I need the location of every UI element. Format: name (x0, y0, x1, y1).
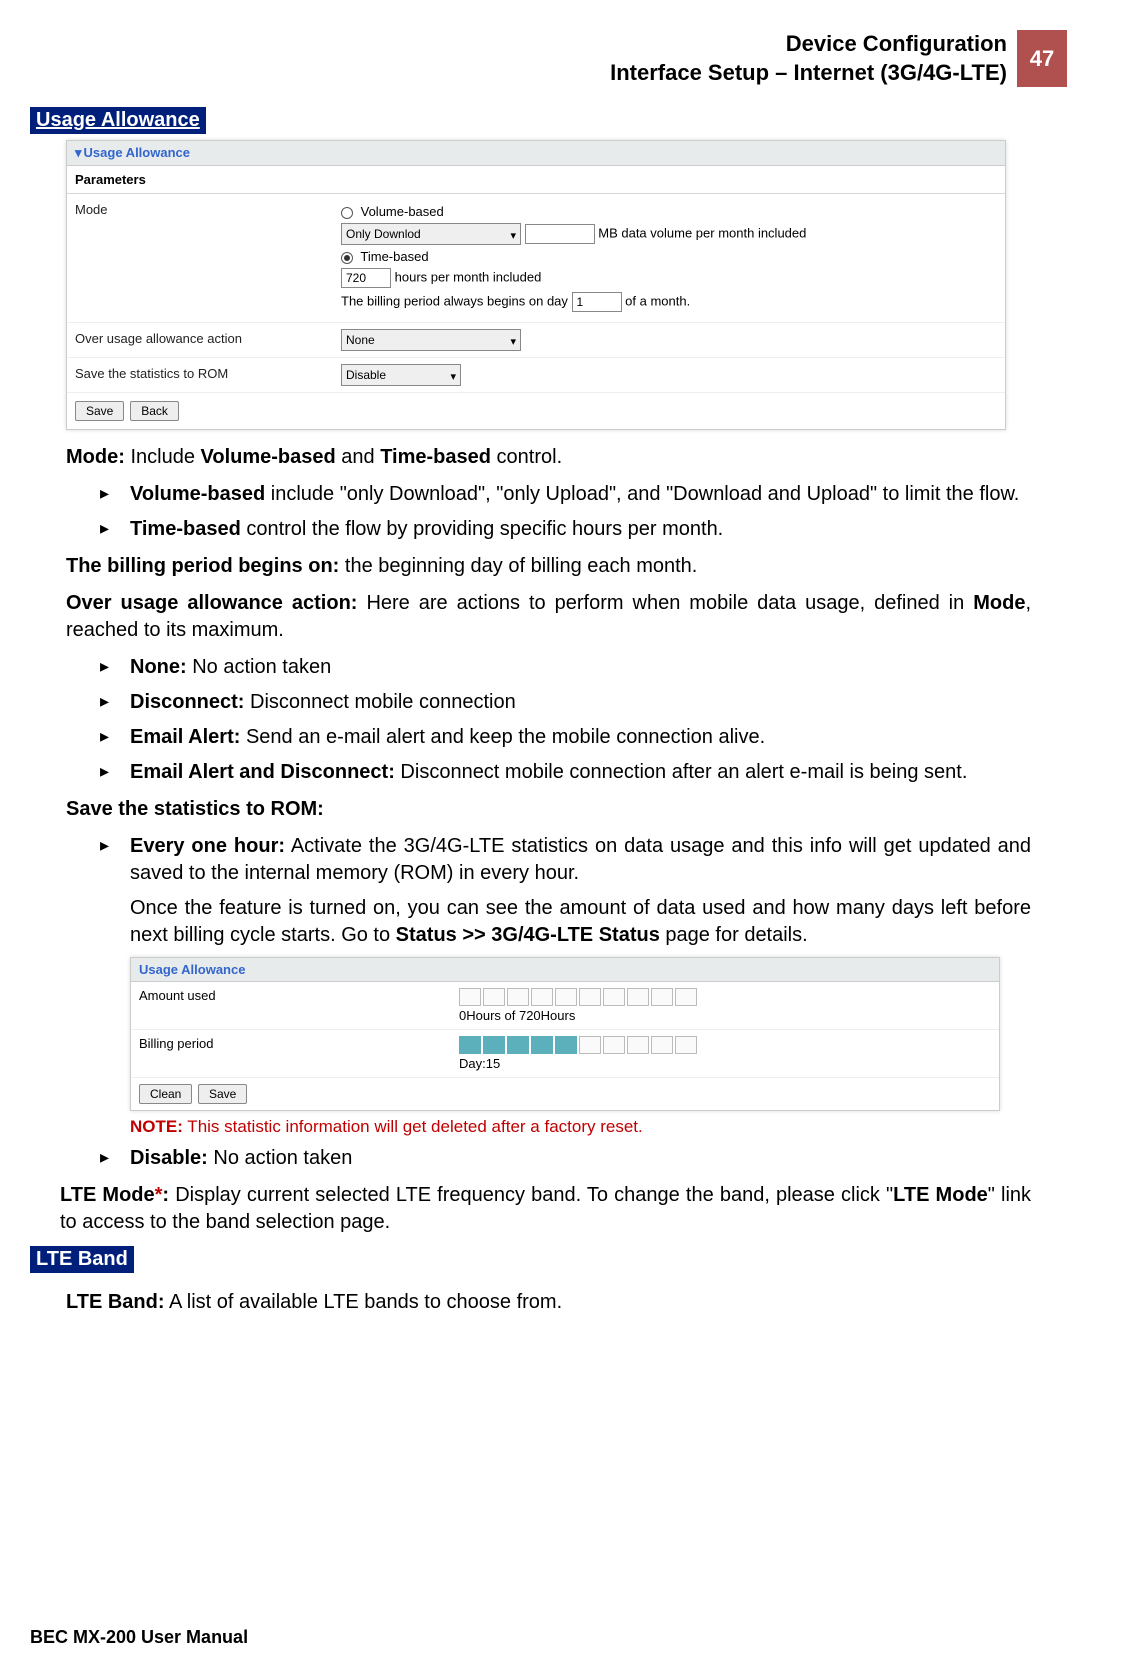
save-stats-label: Save the statistics to ROM (67, 358, 337, 392)
amount-used-bar (459, 988, 991, 1006)
billing-period-text: Day:15 (459, 1056, 991, 1071)
save-stats-heading: Save the statistics to ROM: (66, 796, 1031, 823)
bullet-email-alert: Email Alert: Send an e-mail alert and ke… (100, 724, 1031, 751)
bullet-volume-based: Volume-based include "only Download", "o… (100, 481, 1031, 508)
amount-used-text: 0Hours of 720Hours (459, 1008, 991, 1023)
header-line2: Interface Setup – Internet (3G/4G-LTE) (610, 60, 1007, 85)
header-title: Device Configuration Interface Setup – I… (610, 30, 1017, 87)
save-button[interactable]: Save (75, 401, 124, 421)
triangle-icon: ▾ (75, 145, 82, 160)
bullet-time-based: Time-based control the flow by providing… (100, 516, 1031, 543)
mb-input[interactable] (525, 224, 595, 244)
bullet-disable: Disable: No action taken (100, 1145, 1031, 1172)
billing-suffix: of a month. (625, 294, 690, 309)
hours-input[interactable]: 720 (341, 268, 391, 288)
bullet-every-hour: Every one hour: Activate the 3G/4G-LTE s… (100, 833, 1031, 887)
billing-prefix: The billing period always begins on day (341, 294, 568, 309)
mode-label: Mode (67, 194, 337, 322)
section-usage-allowance: Usage Allowance (30, 107, 206, 134)
over-usage-select[interactable]: None (341, 329, 521, 351)
header-line1: Device Configuration (786, 31, 1007, 56)
volume-direction-select[interactable]: Only Downlod (341, 223, 521, 245)
parameters-label: Parameters (67, 166, 1005, 194)
clean-button[interactable]: Clean (139, 1084, 192, 1104)
billing-period-description: The billing period begins on: the beginn… (66, 553, 1031, 580)
bullet-email-alert-disconnect: Email Alert and Disconnect: Disconnect m… (100, 759, 1031, 786)
bullet-disconnect: Disconnect: Disconnect mobile connection (100, 689, 1031, 716)
screenshot-usage-allowance-status: Usage Allowance Amount used 0Hours of 72… (130, 957, 1000, 1111)
back-button[interactable]: Back (130, 401, 179, 421)
save-button-2[interactable]: Save (198, 1084, 247, 1104)
hours-suffix: hours per month included (395, 270, 542, 285)
save-stats-select[interactable]: Disable (341, 364, 461, 386)
screenshot-usage-allowance-form: ▾Usage Allowance Parameters Mode Volume-… (66, 140, 1006, 430)
mode-description: Mode: Include Volume-based and Time-base… (66, 444, 1031, 471)
time-based-text: Time-based (360, 249, 428, 264)
page-number: 47 (1017, 30, 1067, 87)
billing-period-bar (459, 1036, 991, 1054)
footer-text: BEC MX-200 User Manual (30, 1627, 248, 1648)
amount-used-label: Amount used (131, 982, 451, 1029)
over-usage-description: Over usage allowance action: Here are ac… (66, 590, 1031, 644)
lte-mode-description: LTE Mode*: Display current selected LTE … (60, 1182, 1031, 1236)
note-text: NOTE: This statistic information will ge… (130, 1117, 1031, 1137)
panel-title: ▾Usage Allowance (67, 141, 1005, 166)
billing-period-label: Billing period (131, 1030, 451, 1077)
time-based-radio[interactable] (341, 252, 353, 264)
volume-based-text: Volume-based (361, 204, 444, 219)
every-hour-detail: Once the feature is turned on, you can s… (130, 895, 1031, 949)
bullet-none: None: No action taken (100, 654, 1031, 681)
billing-day-input[interactable]: 1 (572, 292, 622, 312)
volume-based-radio[interactable] (341, 207, 353, 219)
panel-title-2: Usage Allowance (131, 958, 999, 982)
section-lte-band: LTE Band (30, 1246, 134, 1273)
page-header: Device Configuration Interface Setup – I… (30, 30, 1067, 87)
lte-band-description: LTE Band: A list of available LTE bands … (66, 1289, 1031, 1316)
over-usage-label: Over usage allowance action (67, 323, 337, 357)
mb-suffix: MB data volume per month included (598, 226, 806, 241)
